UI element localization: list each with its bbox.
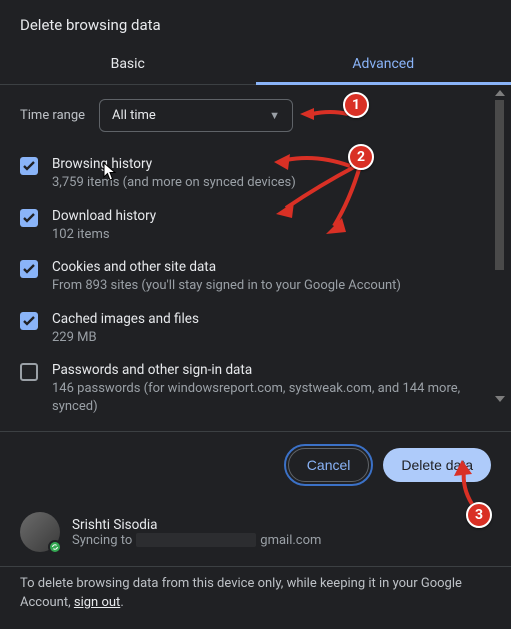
tab-basic[interactable]: Basic: [0, 46, 256, 84]
chevron-down-icon: ▼: [269, 109, 280, 122]
option-title: Cookies and other site data: [52, 259, 491, 275]
dialog-title: Delete browsing data: [0, 0, 511, 46]
option-title: Browsing history: [52, 156, 491, 172]
dialog-body: Time range All time ▼ Browsing history 3…: [0, 85, 511, 431]
option-download-history: Download history 102 items: [20, 200, 491, 252]
option-subtitle: 3,759 items (and more on synced devices): [52, 174, 491, 192]
tab-advanced[interactable]: Advanced: [256, 46, 511, 85]
option-subtitle: 102 items: [52, 226, 491, 244]
time-range-row: Time range All time ▼: [20, 99, 491, 132]
option-cached: Cached images and files 229 MB: [20, 303, 491, 355]
time-range-value: All time: [112, 108, 156, 123]
option-subtitle: 146 passwords (for windowsreport.com, sy…: [52, 380, 491, 415]
option-subtitle: 229 MB: [52, 329, 491, 347]
account-row: Srishti Sisodia Syncing to gmail.com: [0, 498, 511, 566]
checkbox-cookies[interactable]: [20, 260, 38, 278]
checkbox-cached[interactable]: [20, 312, 38, 330]
scroll-thumb[interactable]: [495, 100, 504, 270]
checkbox-passwords[interactable]: [20, 363, 38, 381]
scroll-down-icon[interactable]: [495, 396, 505, 402]
dialog-actions: Cancel Delete data: [0, 432, 511, 498]
footer-note: To delete browsing data from this device…: [0, 567, 511, 629]
checkbox-browsing-history[interactable]: [20, 157, 38, 175]
option-passwords: Passwords and other sign-in data 146 pas…: [20, 354, 491, 423]
option-title: Cached images and files: [52, 311, 491, 327]
option-title: Download history: [52, 208, 491, 224]
avatar: [20, 512, 60, 552]
sync-status-icon: [48, 540, 62, 554]
cancel-button[interactable]: Cancel: [288, 448, 370, 482]
time-range-label: Time range: [20, 108, 85, 123]
redacted-email: [136, 533, 256, 547]
account-name: Srishti Sisodia: [72, 517, 321, 533]
tabs: Basic Advanced: [0, 46, 511, 85]
delete-data-button[interactable]: Delete data: [383, 448, 491, 482]
sign-out-link[interactable]: sign out: [74, 595, 120, 610]
option-subtitle: From 893 sites (you'll stay signed in to…: [52, 277, 491, 295]
time-range-select[interactable]: All time ▼: [99, 99, 293, 132]
scrollbar[interactable]: [494, 90, 505, 402]
scroll-up-icon[interactable]: [495, 90, 505, 96]
option-browsing-history: Browsing history 3,759 items (and more o…: [20, 148, 491, 200]
account-email: Syncing to gmail.com: [72, 533, 321, 548]
option-cookies: Cookies and other site data From 893 sit…: [20, 251, 491, 303]
option-title: Passwords and other sign-in data: [52, 362, 491, 378]
checkbox-download-history[interactable]: [20, 209, 38, 227]
